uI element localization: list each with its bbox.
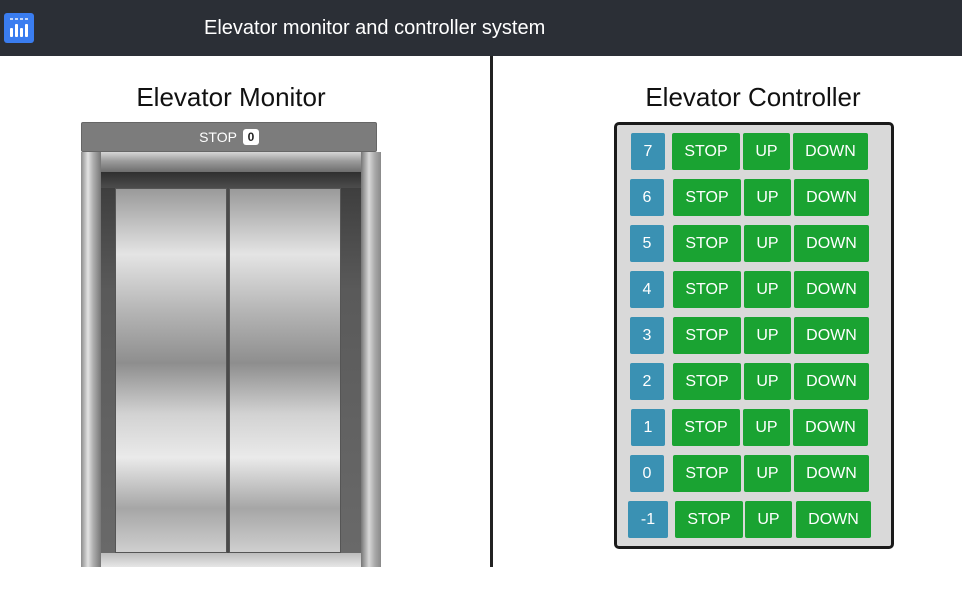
floor-button[interactable]: 6 [630,179,664,216]
floor-button[interactable]: 1 [631,409,665,446]
elevator-door-left [115,188,227,553]
up-button[interactable]: UP [744,363,791,400]
up-button[interactable]: UP [745,501,792,538]
elevator-frame-left [81,152,101,567]
down-button[interactable]: DOWN [794,271,869,308]
section-divider [490,56,493,567]
elevator-door-right [229,188,341,553]
stop-button[interactable]: STOP [673,271,741,308]
stop-button[interactable]: STOP [673,363,741,400]
stop-button[interactable]: STOP [675,501,743,538]
controller-title: Elevator Controller [645,82,861,112]
up-button[interactable]: UP [743,409,790,446]
elevator-recess [101,172,361,567]
up-button[interactable]: UP [744,317,791,354]
elevator-status-label: STOP [199,129,237,145]
up-button[interactable]: UP [743,133,790,170]
floor-button[interactable]: -1 [628,501,668,538]
up-button[interactable]: UP [744,271,791,308]
stop-button[interactable]: STOP [673,317,741,354]
floor-button[interactable]: 5 [630,225,664,262]
down-button[interactable]: DOWN [793,133,868,170]
floor-button[interactable]: 4 [630,271,664,308]
down-button[interactable]: DOWN [794,363,869,400]
navbar: Elevator monitor and controller system [0,0,962,56]
floor-button[interactable]: 7 [631,133,665,170]
chart-bars-icon[interactable] [4,13,34,43]
stop-button[interactable]: STOP [673,225,741,262]
elevator-door-seam [227,188,229,553]
stop-button[interactable]: STOP [672,133,740,170]
elevator-frame-right [361,152,381,567]
down-button[interactable]: DOWN [794,225,869,262]
up-button[interactable]: UP [744,225,791,262]
app-title: Elevator monitor and controller system [204,17,546,39]
down-button[interactable]: DOWN [794,455,869,492]
current-floor-badge: 0 [242,129,259,145]
stop-button[interactable]: STOP [672,409,740,446]
controller-panel: 7 STOP UP DOWN 6 STOP UP DOWN 5 STOP UP … [614,122,894,549]
elevator-door-image [81,152,381,567]
floor-button[interactable]: 2 [630,363,664,400]
elevator-sill [101,553,361,567]
elevator-frame-top [101,152,361,172]
up-button[interactable]: UP [744,179,791,216]
down-button[interactable]: DOWN [794,179,869,216]
floor-button[interactable]: 3 [630,317,664,354]
floor-button[interactable]: 0 [630,455,664,492]
elevator-status-bar: STOP 0 [81,122,377,152]
stop-button[interactable]: STOP [673,455,741,492]
up-button[interactable]: UP [744,455,791,492]
stop-button[interactable]: STOP [673,179,741,216]
monitor-title: Elevator Monitor [136,82,326,112]
down-button[interactable]: DOWN [796,501,871,538]
down-button[interactable]: DOWN [793,409,868,446]
down-button[interactable]: DOWN [794,317,869,354]
